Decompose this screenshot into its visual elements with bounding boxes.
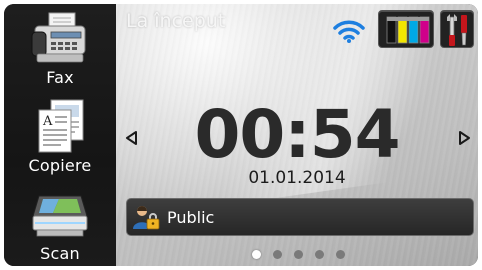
wifi-icon[interactable] — [332, 18, 366, 44]
scan-button[interactable]: Scan — [4, 180, 116, 266]
copy-button[interactable]: A Copiere — [4, 92, 116, 178]
page-dot-1 — [252, 250, 261, 259]
fax-machine-icon — [31, 12, 86, 63]
copy-documents-icon: A — [38, 99, 84, 153]
ink-level-icon — [386, 16, 430, 44]
fax-button[interactable]: Fax — [4, 4, 116, 90]
page-title: La început — [126, 10, 226, 32]
clock-date: 01.01.2014 — [248, 168, 346, 188]
clock-time: 00:54 — [194, 96, 400, 173]
sidebar: Fax A Copiere Scan — [4, 4, 116, 266]
page-dot-4 — [315, 250, 324, 259]
settings-button[interactable] — [440, 10, 474, 48]
fax-label: Fax — [46, 68, 74, 87]
printer-touchscreen: Fax A Copiere Scan La început 00:54 01.0… — [4, 4, 478, 266]
ink-button[interactable] — [378, 10, 434, 48]
copy-label: Copiere — [28, 156, 92, 175]
home-screen: La început 00:54 01.01.2014 Public — [116, 4, 478, 266]
scanner-icon — [32, 195, 88, 237]
user-lock-icon — [133, 206, 160, 230]
page-indicator — [252, 250, 362, 260]
profile-label: Public — [167, 207, 215, 227]
user-profile-button[interactable]: Public — [126, 198, 474, 236]
page-dot-3 — [294, 250, 303, 259]
page-dot-5 — [336, 250, 345, 259]
tools-icon — [447, 14, 467, 46]
svg-text:A: A — [42, 114, 53, 129]
page-dot-2 — [273, 250, 282, 259]
scan-label: Scan — [40, 244, 80, 263]
